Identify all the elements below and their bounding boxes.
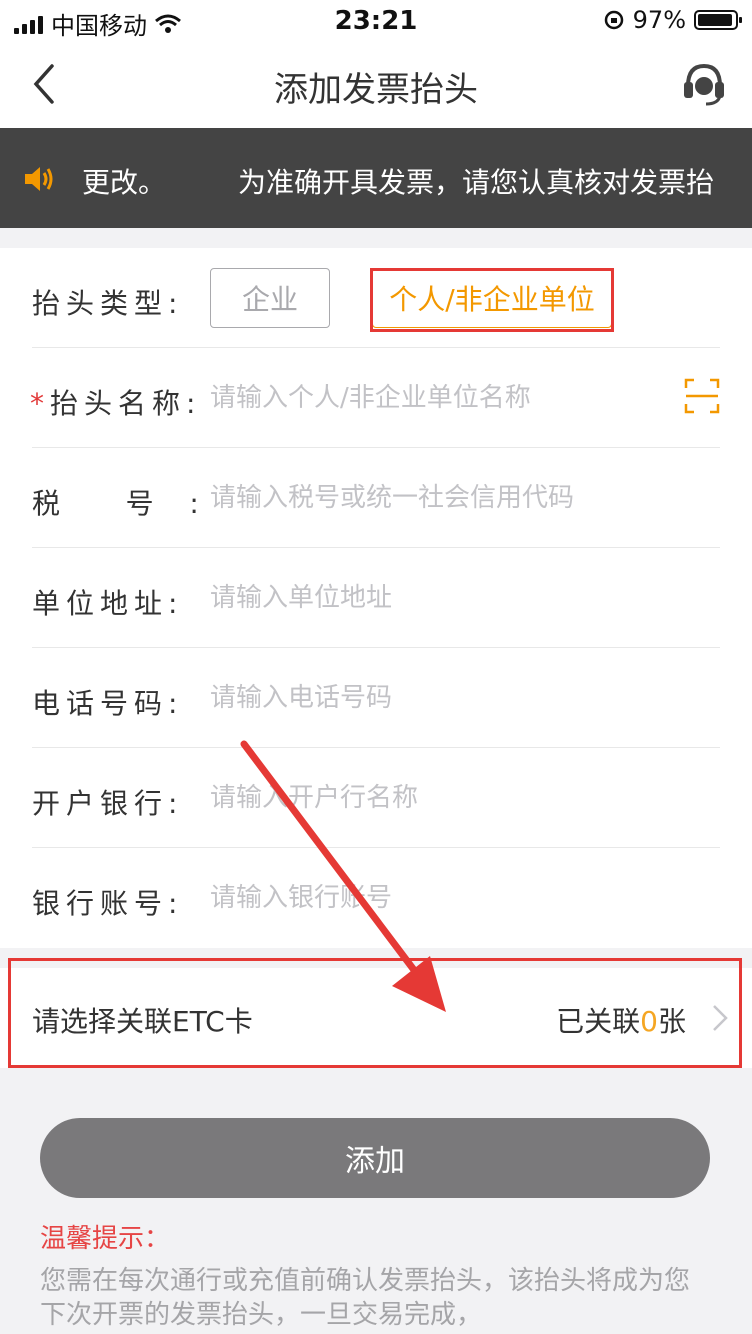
speaker-icon [25,167,53,191]
battery-percent: 97% [632,6,686,34]
name-row: *抬头名称: [30,348,720,448]
type-option-company[interactable]: 企业 [210,268,330,328]
tips-body: 您需在每次通行或充值前确认发票抬头，该抬头将成为您下次开票的发票抬头，一旦交易完… [40,1266,691,1330]
nav-bar: 添加发票抬头 [0,40,752,128]
tax-input[interactable] [210,478,650,518]
add-button[interactable]: 添加 [40,1118,710,1198]
type-label: 抬头类型: [32,287,184,320]
headset-icon [684,63,724,106]
address-input[interactable] [210,578,650,618]
scan-icon[interactable] [684,378,720,414]
battery-icon [694,10,742,30]
account-label: 银行账号: [32,887,184,920]
status-right: 97% [603,6,742,34]
notice-banner: 更改。 为准确开具发票，请您认真核对发票抬 [0,128,752,228]
page-title: 添加发票抬头 [274,70,478,110]
bank-input[interactable] [210,778,650,818]
phone-input[interactable] [210,678,650,718]
tax-row: 税 号 : [32,448,720,548]
account-input[interactable] [210,878,650,918]
phone-row: 电话号码: [32,648,720,748]
account-row: 银行账号: [32,848,720,948]
invoice-form: 抬头类型: 企业 个人/非企业单位 *抬头名称: 税 号 : 单位地址: 电话号… [0,248,752,948]
name-label-text: 抬头名称: [50,387,202,420]
address-label: 单位地址: [32,587,184,620]
phone-label: 电话号码: [32,687,184,720]
bank-row: 开户银行: [32,748,720,848]
notice-text-start: 更改。 [82,166,167,199]
tips-title: 温馨提示： [40,1224,171,1254]
status-bar: 中国移动 23:21 97% [0,0,752,40]
tax-label: 税 号 : [32,487,205,520]
address-row: 单位地址: [32,548,720,648]
highlight-box-type [370,268,614,332]
required-mark: * [30,387,50,420]
highlight-box-etc [8,958,742,1068]
name-label: *抬头名称: [30,382,201,422]
rotation-lock-icon [604,10,623,30]
bank-label: 开户银行: [32,787,184,820]
name-input[interactable] [210,378,630,418]
notice-text-scroll: 为准确开具发票，请您认真核对发票抬 [238,166,715,199]
customer-service-button[interactable] [678,58,730,110]
